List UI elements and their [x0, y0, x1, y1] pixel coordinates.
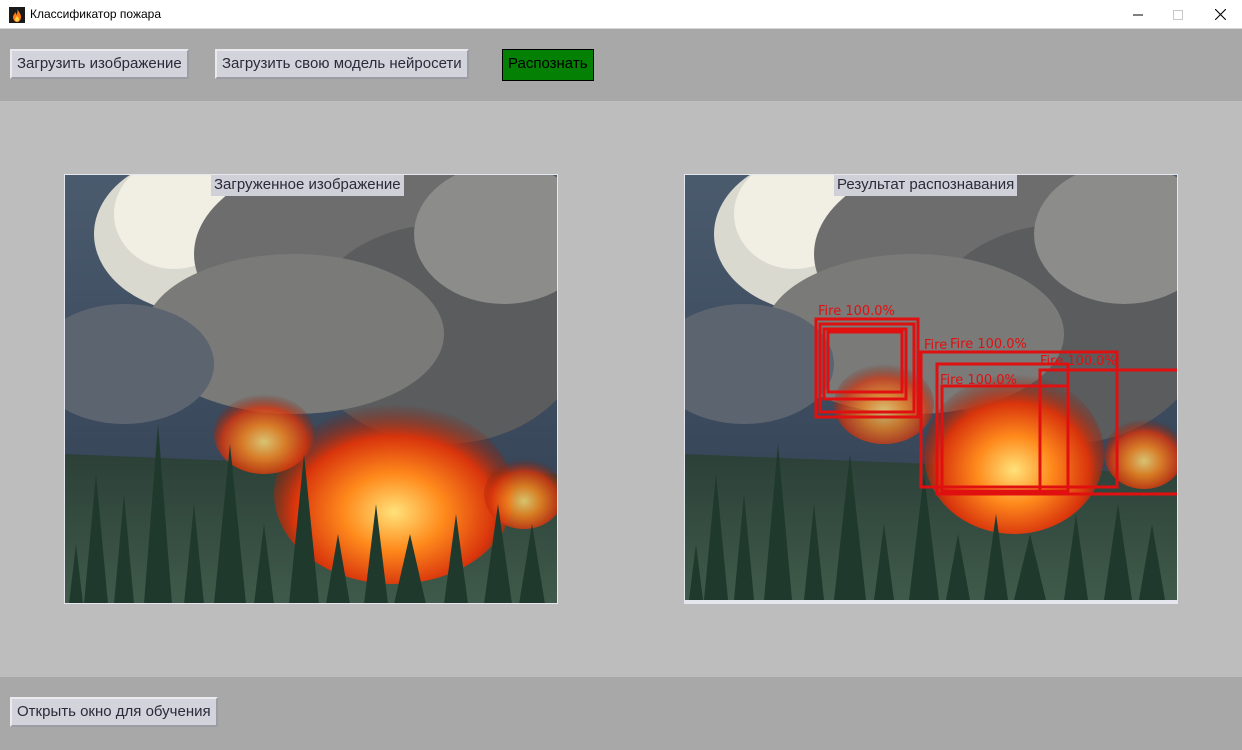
uploaded-image	[64, 174, 558, 604]
maximize-button[interactable]	[1156, 0, 1200, 29]
uploaded-image-label: Загруженное изображение	[211, 174, 404, 196]
result-image	[684, 174, 1178, 600]
close-button[interactable]	[1198, 0, 1242, 29]
top-toolbar: Загрузить изображение Загрузить свою мод…	[0, 29, 1242, 101]
minimize-icon	[1133, 14, 1143, 15]
detection-label: Fire 100.0%	[818, 304, 895, 319]
detection-label: Fire 100.0%	[950, 337, 1027, 352]
maximize-icon	[1173, 9, 1183, 20]
detection-label: Fire	[924, 338, 948, 353]
detection-label: Fire 100.0%	[940, 373, 1017, 388]
load-model-button[interactable]: Загрузить свою модель нейросети	[215, 49, 469, 79]
bottom-toolbar: Открыть окно для обучения	[0, 677, 1242, 750]
result-image-panel: Fire 100.0% Fire Fire 100.0% Fire 100.0%…	[684, 174, 1178, 604]
load-image-button[interactable]: Загрузить изображение	[10, 49, 189, 79]
result-image-label: Результат распознавания	[834, 174, 1018, 196]
title-bar: Классификатор пожара	[0, 0, 1242, 29]
close-icon	[1214, 9, 1226, 20]
minimize-button[interactable]	[1116, 0, 1160, 29]
uploaded-image-panel: Загруженное изображение	[64, 174, 558, 604]
window-title: Классификатор пожара	[30, 7, 161, 21]
open-training-button[interactable]: Открыть окно для обучения	[10, 697, 218, 727]
recognize-button[interactable]: Распознать	[502, 49, 594, 81]
fire-app-icon	[9, 7, 25, 23]
detection-label: Fire 100.0%	[1040, 354, 1117, 369]
